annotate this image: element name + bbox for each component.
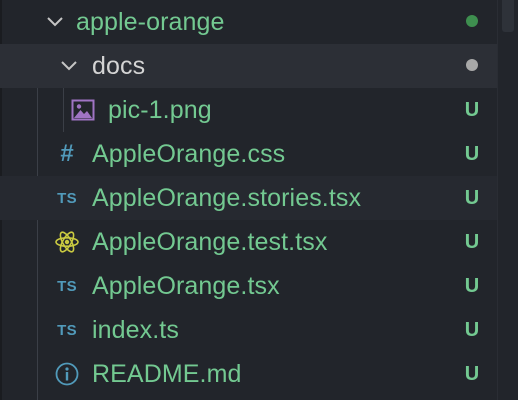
git-status-untracked: U bbox=[464, 187, 480, 209]
file-label: README.md bbox=[92, 360, 242, 388]
file-row-readme-md[interactable]: README.md U bbox=[0, 352, 498, 396]
git-status-untracked: U bbox=[464, 231, 480, 253]
typescript-icon: TS bbox=[57, 321, 77, 339]
status-dot-ignored bbox=[466, 59, 478, 71]
file-label: AppleOrange.stories.tsx bbox=[92, 184, 362, 212]
css-hash-icon: # bbox=[60, 140, 74, 167]
file-row-appleorange-stories-tsx[interactable]: TS AppleOrange.stories.tsx U bbox=[0, 176, 498, 220]
vertical-scrollbar[interactable] bbox=[497, 0, 518, 400]
typescript-icon: TS bbox=[57, 189, 77, 207]
folder-label: apple-orange bbox=[76, 8, 225, 36]
file-row-appleorange-tsx[interactable]: TS AppleOrange.tsx U bbox=[0, 264, 498, 308]
git-status-untracked: U bbox=[464, 319, 480, 341]
folder-row-docs[interactable]: docs bbox=[0, 44, 498, 88]
file-row-appleorange-css[interactable]: # AppleOrange.css U bbox=[0, 132, 498, 176]
git-status-untracked: U bbox=[464, 363, 480, 385]
file-label: index.ts bbox=[92, 316, 179, 344]
typescript-icon: TS bbox=[57, 277, 77, 295]
file-row-pic-1-png[interactable]: pic-1.png U bbox=[0, 88, 498, 132]
info-icon bbox=[54, 361, 80, 387]
file-explorer: apple-orange docs pic-1.png U # AppleOra… bbox=[0, 0, 518, 400]
file-label: pic-1.png bbox=[108, 96, 212, 124]
git-status-untracked: U bbox=[464, 275, 480, 297]
file-label: AppleOrange.css bbox=[92, 140, 286, 168]
git-status-untracked: U bbox=[464, 99, 480, 121]
file-label: AppleOrange.test.tsx bbox=[92, 228, 328, 256]
status-dot-modified bbox=[466, 15, 478, 27]
folder-label: docs bbox=[92, 52, 146, 80]
chevron-down-icon[interactable] bbox=[42, 9, 68, 35]
git-status-untracked: U bbox=[464, 143, 480, 165]
file-row-index-ts[interactable]: TS index.ts U bbox=[0, 308, 498, 352]
folder-row-apple-orange[interactable]: apple-orange bbox=[0, 0, 498, 44]
scrollbar-thumb[interactable] bbox=[502, 0, 514, 32]
chevron-down-icon[interactable] bbox=[56, 53, 82, 79]
file-label: AppleOrange.tsx bbox=[92, 272, 280, 300]
image-icon bbox=[70, 97, 96, 123]
file-row-appleorange-test-tsx[interactable]: AppleOrange.test.tsx U bbox=[0, 220, 498, 264]
react-atom-icon bbox=[54, 229, 80, 255]
